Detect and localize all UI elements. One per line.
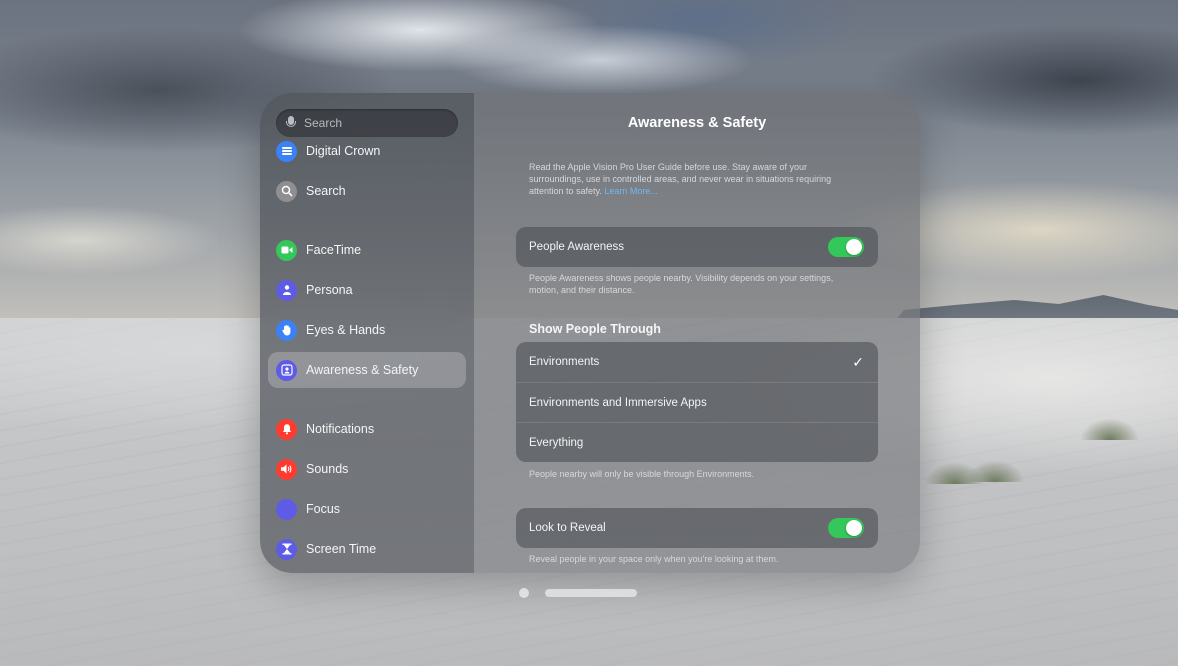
sidebar-item-label: Focus (306, 502, 341, 516)
facetime-icon (276, 239, 297, 261)
show-people-through-footnote: People nearby will only be visible throu… (529, 469, 755, 479)
option-everything[interactable]: Everything (516, 422, 878, 462)
sidebar-item-label: Eyes & Hands (306, 323, 386, 337)
sidebar-item-label: FaceTime (306, 243, 362, 257)
sidebar-item-focus[interactable]: Focus (268, 491, 466, 527)
people-awareness-footnote: People Awareness shows people nearby. Vi… (529, 273, 834, 295)
sidebar-item-notifications[interactable]: Notifications (268, 411, 466, 447)
sidebar-item-label: Awareness & Safety (306, 363, 419, 377)
microphone-icon[interactable] (286, 116, 296, 130)
sidebar-item-awareness-safety[interactable]: Awareness & Safety (268, 352, 466, 388)
search-icon (276, 180, 297, 202)
look-to-reveal-footnote: Reveal people in your space only when yo… (529, 554, 779, 564)
option-environments[interactable]: Environments ✓ (516, 342, 878, 382)
sidebar-item-screen-time[interactable]: Screen Time (268, 531, 466, 567)
window-move-bar[interactable] (545, 589, 637, 597)
option-environments-immersive-apps[interactable]: Environments and Immersive Apps (516, 382, 878, 422)
people-awareness-toggle[interactable] (828, 237, 864, 257)
sidebar-item-search[interactable]: Search (268, 173, 466, 209)
look-to-reveal-toggle[interactable] (828, 518, 864, 538)
sidebar-item-label: Screen Time (306, 542, 377, 556)
shrub (965, 460, 1025, 482)
people-awareness-card: People Awareness (516, 227, 878, 267)
option-label: Environments (529, 356, 600, 368)
persona-icon (276, 279, 297, 301)
look-to-reveal-card: Look to Reveal (516, 508, 878, 548)
window-close-dot[interactable] (519, 588, 529, 598)
awareness-icon (276, 359, 297, 381)
shrub (1080, 418, 1140, 440)
sidebar-item-label: Sounds (306, 462, 349, 476)
option-label: Everything (529, 436, 584, 449)
sidebar-item-facetime[interactable]: FaceTime (268, 232, 466, 268)
page-title: Awareness & Safety (627, 115, 767, 131)
sidebar-item-persona[interactable]: Persona (268, 272, 466, 308)
sidebar-item-sounds[interactable]: Sounds (268, 451, 466, 487)
option-label: Environments and Immersive Apps (529, 396, 707, 409)
sidebar-item-eyes-hands[interactable]: Eyes & Hands (268, 312, 466, 348)
hand-icon (276, 319, 297, 341)
intro-description: Read the Apple Vision Pro User Guide bef… (529, 162, 832, 196)
intro-text: Read the Apple Vision Pro User Guide bef… (529, 161, 859, 197)
look-to-reveal-row[interactable]: Look to Reveal (516, 508, 878, 548)
people-awareness-row[interactable]: People Awareness (516, 227, 878, 267)
checkmark-icon: ✓ (852, 353, 864, 370)
show-people-through-options: Environments ✓ Environments and Immersiv… (516, 342, 878, 462)
people-awareness-label: People Awareness (529, 241, 625, 253)
learn-more-link[interactable]: Learn More... (604, 186, 658, 196)
detail-pane: Awareness & Safety Read the Apple Vision… (474, 93, 920, 573)
sidebar-item-label: Notifications (306, 422, 375, 436)
bell-icon (276, 418, 297, 440)
sidebar-item-digital-crown[interactable]: Digital Crown (268, 133, 466, 169)
hourglass-icon (276, 538, 297, 560)
search-input[interactable] (304, 116, 444, 130)
sidebar: Digital Crown Search FaceTime Persona Ey (260, 93, 474, 573)
look-to-reveal-label: Look to Reveal (529, 522, 606, 534)
show-people-through-header: Show People Through (529, 322, 661, 336)
sidebar-item-label: Search (306, 184, 346, 198)
sidebar-item-label: Digital Crown (306, 144, 381, 158)
sidebar-item-label: Persona (306, 283, 353, 297)
moon-icon (276, 498, 297, 520)
settings-window: Digital Crown Search FaceTime Persona Ey (260, 93, 920, 573)
digital-crown-icon (276, 140, 297, 162)
speaker-icon (276, 458, 297, 480)
